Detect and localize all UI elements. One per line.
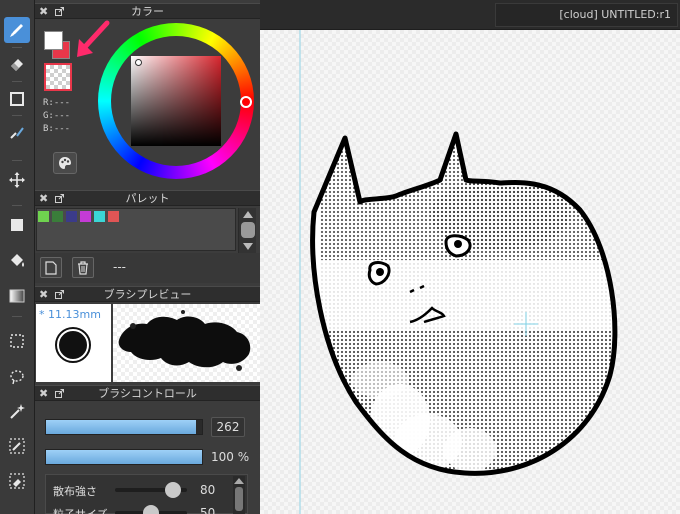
palette-name-label: --- xyxy=(113,260,126,274)
brush-stroke-preview xyxy=(113,304,260,382)
eraser-icon xyxy=(11,59,23,71)
trash-icon xyxy=(78,260,88,275)
paint-bucket-icon xyxy=(11,254,24,267)
filled-square-icon xyxy=(11,219,23,231)
document-tab[interactable]: [cloud] UNTITLED:r1 xyxy=(495,3,678,27)
new-document-icon xyxy=(45,260,57,275)
palette-footer xyxy=(35,253,260,283)
gradient-tool-button[interactable] xyxy=(4,283,30,309)
color-panel-header[interactable]: ✖ カラー xyxy=(35,3,260,19)
particle-size-value: 50 xyxy=(200,506,216,514)
select-eraser-icon xyxy=(9,473,25,489)
scatter-slider-knob[interactable] xyxy=(164,482,181,498)
move-tool-button[interactable] xyxy=(4,167,30,193)
rectangle-icon xyxy=(10,92,24,106)
red-value-label: R:--- xyxy=(43,98,71,108)
transparent-color-swatch[interactable] xyxy=(44,63,72,91)
main-color-swatch[interactable] xyxy=(44,31,63,50)
palette-swatch[interactable] xyxy=(94,211,105,222)
select-eraser-tool-button[interactable] xyxy=(4,468,30,494)
palette-swatch[interactable] xyxy=(38,211,49,222)
settings-scrollbar[interactable] xyxy=(233,476,245,514)
magic-wand-tool-button[interactable] xyxy=(4,398,30,424)
tool-separator xyxy=(12,81,22,82)
scroll-up-arrow[interactable] xyxy=(234,478,244,484)
brush-size-slider[interactable] xyxy=(45,419,203,435)
brush-control-panel-header[interactable]: ✖ ブラシコントロール xyxy=(35,385,260,401)
tool-separator xyxy=(12,47,22,48)
tool-bar xyxy=(0,0,35,514)
color-picker-handle[interactable] xyxy=(135,59,142,66)
bucket-tool-button[interactable] xyxy=(4,248,30,274)
scroll-thumb[interactable] xyxy=(235,487,243,511)
brush-tip-dot xyxy=(55,327,91,363)
tool-separator xyxy=(12,205,22,206)
particle-size-label: 粒子サイズ xyxy=(53,506,108,514)
panel-column: ✖ カラー R:--- G:--- B:--- ✖ パレット --- ✖ ブラシ… xyxy=(35,0,260,514)
fill-rect-tool-button[interactable] xyxy=(4,212,30,238)
saturation-value-square[interactable] xyxy=(131,56,221,146)
panel-title: パレット xyxy=(125,192,170,205)
pen-line-icon xyxy=(10,127,24,139)
eraser-tool-button[interactable] xyxy=(4,51,30,77)
opacity-fill xyxy=(46,450,202,464)
tool-separator xyxy=(12,316,22,317)
lasso-tool-button[interactable] xyxy=(4,364,30,390)
palette-icon xyxy=(59,157,71,169)
drawing-canvas[interactable] xyxy=(260,30,680,514)
shape-tool-button[interactable] xyxy=(4,86,30,112)
panel-title: カラー xyxy=(131,5,164,18)
magic-wand-icon xyxy=(10,404,25,419)
cat-drawing xyxy=(299,30,618,514)
select-pen-tool-button[interactable] xyxy=(4,433,30,459)
green-value-label: G:--- xyxy=(43,111,71,121)
scatter-value: 80 xyxy=(200,483,216,497)
scroll-down-arrow[interactable] xyxy=(243,243,253,250)
palette-swatch[interactable] xyxy=(66,211,77,222)
marquee-icon xyxy=(10,334,24,348)
brush-size-fill xyxy=(46,420,196,434)
brush-icon xyxy=(10,24,23,37)
blue-value-label: B:--- xyxy=(43,124,71,134)
brush-size-preview: * 11.13mm xyxy=(36,304,111,382)
panel-title: ブラシコントロール xyxy=(98,387,197,400)
opacity-slider[interactable] xyxy=(45,449,203,465)
palette-swatch[interactable] xyxy=(108,211,119,222)
panel-title: ブラシプレビュー xyxy=(103,288,192,301)
pointer-arrow-icon xyxy=(77,20,110,57)
scatter-label: 散布強さ xyxy=(53,485,97,498)
palette-swatch[interactable] xyxy=(80,211,91,222)
gradient-icon xyxy=(9,289,25,303)
select-pen-icon xyxy=(9,438,25,454)
scatter-slider[interactable] xyxy=(115,482,187,498)
color-set-button[interactable] xyxy=(53,152,77,174)
hue-ring-handle[interactable] xyxy=(240,96,252,108)
brush-stroke-shape xyxy=(118,310,251,371)
brush-size-value[interactable]: 262 xyxy=(211,417,245,437)
brush-tool-button[interactable] xyxy=(4,17,30,43)
select-rect-tool-button[interactable] xyxy=(4,328,30,354)
canvas-header: [cloud] UNTITLED:r1 xyxy=(260,0,680,30)
tool-separator xyxy=(12,160,22,161)
lasso-icon xyxy=(10,370,24,385)
scroll-thumb[interactable] xyxy=(241,222,255,238)
tool-separator xyxy=(12,115,22,116)
app-window: { "document": { "tab_label": "[cloud] UN… xyxy=(0,0,680,514)
opacity-value: 100 % xyxy=(211,450,250,464)
scroll-up-arrow[interactable] xyxy=(243,211,253,218)
palette-swatch[interactable] xyxy=(52,211,63,222)
palette-panel-header[interactable]: ✖ パレット xyxy=(35,190,260,206)
particle-size-slider-knob[interactable] xyxy=(143,505,159,514)
cat-tone xyxy=(312,134,615,474)
new-palette-button[interactable] xyxy=(40,257,62,278)
palette-scrollbar[interactable] xyxy=(238,208,256,253)
brush-size-label: * 11.13mm xyxy=(39,308,101,321)
line-tool-button[interactable] xyxy=(4,120,30,146)
move-icon xyxy=(9,172,25,188)
delete-palette-button[interactable] xyxy=(72,257,94,278)
brush-preview-panel-header[interactable]: ✖ ブラシプレビュー xyxy=(35,286,260,302)
